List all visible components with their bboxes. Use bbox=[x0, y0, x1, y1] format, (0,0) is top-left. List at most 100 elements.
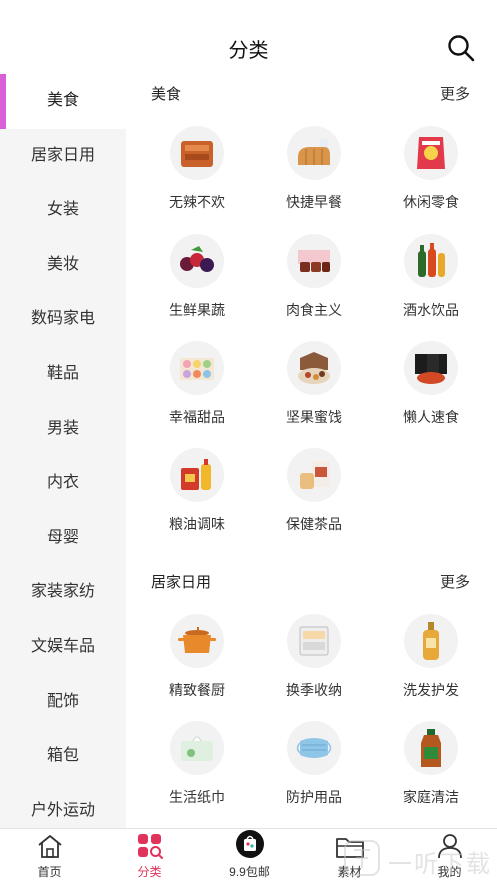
tea-icon bbox=[287, 448, 341, 502]
category-item[interactable]: 坚果蜜饯 bbox=[259, 341, 369, 437]
sidebar-item-underwear[interactable]: 内衣 bbox=[0, 456, 126, 511]
meat-snack-icon bbox=[170, 126, 224, 180]
category-item-label: 幸福甜品 bbox=[169, 409, 225, 425]
bag-icon bbox=[235, 830, 264, 858]
macaron-icon bbox=[170, 341, 224, 395]
tab-label: 首页 bbox=[37, 865, 62, 879]
disinfectant-icon bbox=[404, 721, 458, 775]
chips-icon bbox=[404, 126, 458, 180]
sidebar-item-label: 内衣 bbox=[46, 474, 79, 492]
instant-noodle-icon bbox=[404, 341, 458, 395]
sidebar-item-electronics[interactable]: 数码家电 bbox=[0, 292, 126, 347]
sidebar-item-food[interactable]: 美食 bbox=[0, 74, 126, 129]
category-item-label: 家庭清洁 bbox=[403, 789, 459, 805]
sidebar-item-beauty[interactable]: 美妆 bbox=[0, 238, 126, 293]
tab-label: 分类 bbox=[137, 865, 162, 879]
tab-mine[interactable]: 我的 bbox=[400, 829, 497, 883]
tab-label: 9.9包邮 bbox=[229, 865, 270, 879]
sidebar-item-label: 配饰 bbox=[46, 692, 79, 710]
section-title: 美食 bbox=[151, 86, 182, 103]
category-item[interactable]: 家庭清洁 bbox=[376, 721, 486, 817]
sidebar-item-label: 数码家电 bbox=[30, 310, 95, 328]
sidebar-item-label: 美食 bbox=[46, 92, 79, 109]
bread-icon bbox=[287, 126, 341, 180]
category-item[interactable]: 快捷早餐 bbox=[259, 126, 369, 222]
sidebar-item-label: 文娱车品 bbox=[30, 637, 95, 655]
category-item[interactable]: 幸福甜品 bbox=[142, 341, 252, 437]
pot-icon bbox=[170, 614, 224, 668]
sidebar-item-home-textile[interactable]: 家装家纺 bbox=[0, 565, 126, 620]
sidebar-item-entertainment-car[interactable]: 文娱车品 bbox=[0, 620, 126, 675]
tab-material[interactable]: 素材 bbox=[300, 829, 399, 883]
category-item-label: 洗发护发 bbox=[403, 682, 459, 698]
category-sidebar: 美食 居家日用 女装 美妆 数码家电 鞋品 男装 内衣 母婴 家装家纺 文娱车品… bbox=[0, 74, 126, 828]
category-item-label: 肉食主义 bbox=[286, 302, 342, 318]
category-item-label: 防护用品 bbox=[286, 789, 342, 805]
category-item[interactable]: 生鲜果蔬 bbox=[142, 234, 252, 330]
oil-rice-icon bbox=[170, 448, 224, 502]
bottles-icon bbox=[404, 234, 458, 288]
sidebar-item-label: 鞋品 bbox=[46, 364, 79, 382]
category-item[interactable]: 无辣不欢 bbox=[142, 126, 252, 222]
tab-free-shipping[interactable]: 9.9包邮 bbox=[200, 829, 299, 883]
sidebar-item-label: 女装 bbox=[46, 201, 79, 219]
meat-box-icon bbox=[287, 234, 341, 288]
category-item[interactable]: 换季收纳 bbox=[259, 614, 369, 710]
category-item[interactable]: 保健茶品 bbox=[259, 448, 369, 544]
sidebar-item-womens-wear[interactable]: 女装 bbox=[0, 183, 126, 238]
sidebar-item-bags[interactable]: 箱包 bbox=[0, 729, 126, 784]
bottom-tab-bar: 首页 分类 9.9包邮 素材 我的 bbox=[0, 828, 497, 883]
sidebar-item-baby[interactable]: 母婴 bbox=[0, 511, 126, 566]
category-content: 美食 更多 无辣不欢 快捷早餐 休闲零食 生鲜果蔬 肉食主义 酒水饮品 幸福甜品… bbox=[126, 74, 497, 828]
tissue-icon bbox=[170, 721, 224, 775]
tab-home[interactable]: 首页 bbox=[0, 829, 99, 883]
section-title: 居家日用 bbox=[151, 574, 212, 591]
category-item-label: 生鲜果蔬 bbox=[169, 302, 225, 318]
category-item[interactable]: 酒水饮品 bbox=[376, 234, 486, 330]
category-item[interactable]: 精致餐厨 bbox=[142, 614, 252, 710]
category-item-label: 保健茶品 bbox=[286, 516, 342, 532]
category-item[interactable]: 生活纸巾 bbox=[142, 721, 252, 817]
category-item-label: 换季收纳 bbox=[286, 682, 342, 698]
category-item[interactable]: 粮油调味 bbox=[142, 448, 252, 544]
section-header-food: 美食 更多 bbox=[151, 83, 470, 107]
mask-icon bbox=[287, 721, 341, 775]
sidebar-item-mens-wear[interactable]: 男装 bbox=[0, 402, 126, 457]
category-item-label: 快捷早餐 bbox=[286, 194, 342, 210]
shampoo-icon bbox=[404, 614, 458, 668]
category-item[interactable]: 洗发护发 bbox=[376, 614, 486, 710]
storage-drawer-icon bbox=[287, 614, 341, 668]
sidebar-item-accessories[interactable]: 配饰 bbox=[0, 675, 126, 730]
category-item-label: 无辣不欢 bbox=[169, 194, 225, 210]
more-link[interactable]: 更多 bbox=[440, 83, 470, 104]
folder-icon bbox=[335, 838, 364, 858]
sidebar-item-outdoor[interactable]: 户外运动 bbox=[0, 784, 126, 828]
sidebar-item-label: 男装 bbox=[46, 419, 79, 437]
nuts-icon bbox=[287, 341, 341, 395]
header: 分类 bbox=[0, 0, 497, 74]
home-icon bbox=[37, 835, 62, 858]
sidebar-item-home-daily[interactable]: 居家日用 bbox=[0, 129, 126, 184]
category-item-label: 休闲零食 bbox=[403, 194, 459, 210]
search-icon[interactable] bbox=[447, 34, 475, 62]
category-item-label: 粮油调味 bbox=[169, 516, 225, 532]
category-item-label: 坚果蜜饯 bbox=[286, 409, 342, 425]
page-title: 分类 bbox=[228, 40, 269, 62]
sidebar-item-label: 居家日用 bbox=[30, 146, 95, 164]
category-icon bbox=[137, 834, 163, 859]
category-item[interactable]: 休闲零食 bbox=[376, 126, 486, 222]
tab-category[interactable]: 分类 bbox=[100, 829, 199, 883]
category-item[interactable]: 懒人速食 bbox=[376, 341, 486, 437]
category-item[interactable]: 防护用品 bbox=[259, 721, 369, 817]
category-item[interactable]: 肉食主义 bbox=[259, 234, 369, 330]
sidebar-item-label: 母婴 bbox=[46, 528, 79, 546]
category-item-label: 精致餐厨 bbox=[169, 682, 225, 698]
berries-icon bbox=[170, 234, 224, 288]
sidebar-item-label: 美妆 bbox=[46, 255, 79, 273]
more-link[interactable]: 更多 bbox=[440, 571, 470, 592]
sidebar-item-label: 箱包 bbox=[46, 747, 79, 765]
category-item-label: 懒人速食 bbox=[403, 409, 459, 425]
category-item-label: 生活纸巾 bbox=[169, 789, 225, 805]
sidebar-item-shoes[interactable]: 鞋品 bbox=[0, 347, 126, 402]
sidebar-item-label: 家装家纺 bbox=[30, 583, 95, 601]
